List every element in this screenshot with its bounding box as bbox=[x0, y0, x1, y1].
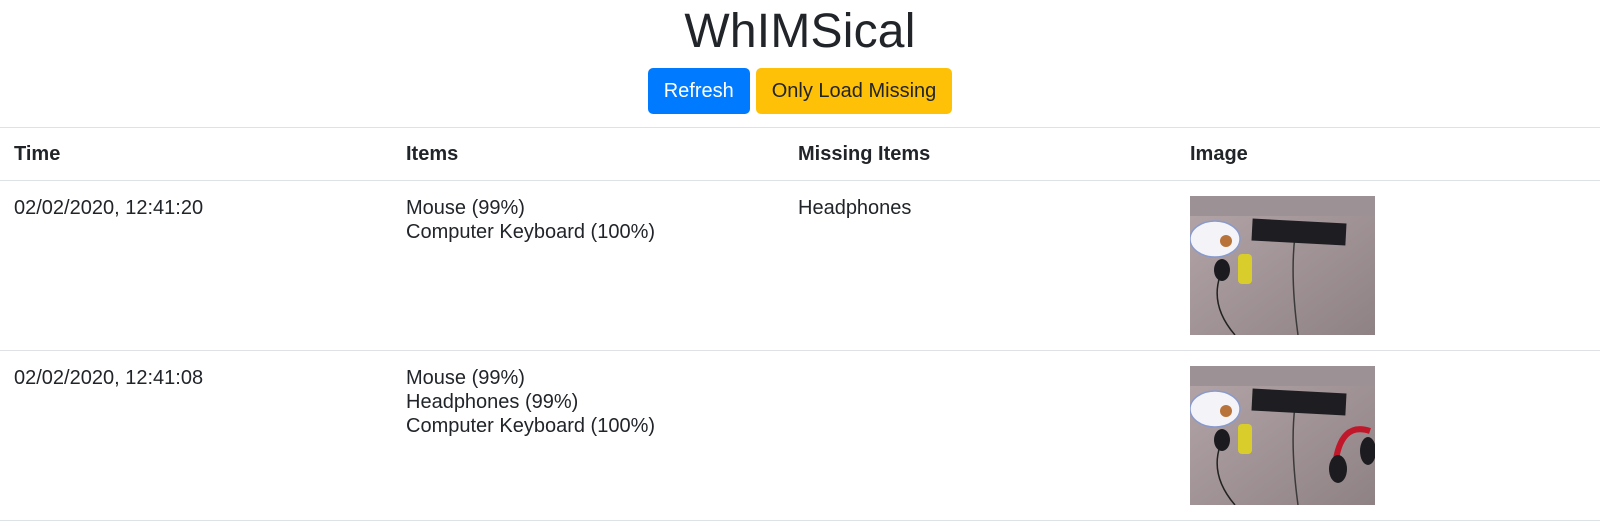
column-header-image: Image bbox=[1176, 127, 1600, 181]
item-entry: Mouse (99%) bbox=[406, 197, 525, 219]
item-entry: Mouse (99%) bbox=[406, 367, 525, 389]
missing-item-entry: Headphones bbox=[798, 197, 912, 219]
missing-items-cell: Headphones bbox=[784, 180, 1176, 351]
toolbar: Refresh Only Load Missing bbox=[0, 68, 1600, 114]
column-header-missing-items: Missing Items bbox=[784, 127, 1176, 181]
table-row: 02/02/2020, 12:41:08 Mouse (99%) Headpho… bbox=[0, 350, 1600, 521]
item-entry: Computer Keyboard (100%) bbox=[406, 221, 656, 243]
table-row: 02/02/2020, 12:41:20 Mouse (99%) Compute… bbox=[0, 180, 1600, 351]
time-cell: 02/02/2020, 12:41:20 bbox=[0, 180, 392, 351]
only-load-missing-button[interactable]: Only Load Missing bbox=[755, 68, 953, 114]
desk-photo-with-headphones[interactable] bbox=[1190, 366, 1375, 505]
column-header-time: Time bbox=[0, 127, 392, 181]
items-cell: Mouse (99%) Computer Keyboard (100%) bbox=[392, 180, 784, 351]
time-value: 02/02/2020, 12:41:08 bbox=[14, 367, 204, 389]
item-entry: Headphones (99%) bbox=[406, 391, 579, 413]
page-title: WhIMSical bbox=[684, 5, 916, 58]
table-header-row: Time Items Missing Items Image bbox=[0, 127, 1600, 181]
items-cell: Mouse (99%) Headphones (99%) Computer Ke… bbox=[392, 350, 784, 521]
item-entry: Computer Keyboard (100%) bbox=[406, 415, 656, 437]
time-value: 02/02/2020, 12:41:20 bbox=[14, 197, 204, 219]
results-table: Time Items Missing Items Image 02/02/202… bbox=[0, 127, 1600, 521]
missing-items-cell bbox=[784, 350, 1176, 521]
refresh-button[interactable]: Refresh bbox=[647, 68, 750, 114]
time-cell: 02/02/2020, 12:41:08 bbox=[0, 350, 392, 521]
image-cell bbox=[1176, 350, 1600, 521]
column-header-items: Items bbox=[392, 127, 784, 181]
image-cell bbox=[1176, 180, 1600, 351]
page: WhIMSical Refresh Only Load Missing Time… bbox=[0, 0, 1600, 521]
desk-photo-without-headphones[interactable] bbox=[1190, 196, 1375, 335]
